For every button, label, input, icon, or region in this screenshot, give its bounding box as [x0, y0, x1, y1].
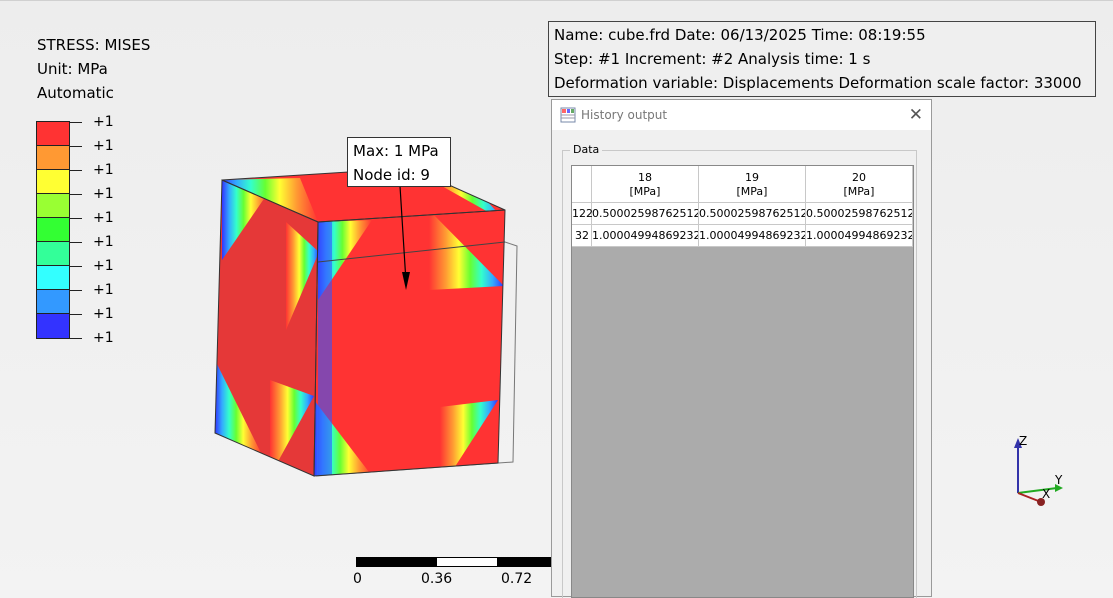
legend-swatch	[37, 314, 69, 338]
legend-swatch	[37, 266, 69, 290]
axis-triad: Z Y X	[1014, 434, 1063, 506]
scale-label-0: 0	[353, 571, 362, 587]
legend-swatch	[37, 122, 69, 146]
table-cell[interactable]: 1.00004994869232	[806, 225, 913, 247]
column-header[interactable]: 20 [MPa]	[806, 166, 913, 203]
row-header[interactable]: 32	[572, 225, 592, 247]
column-header[interactable]: 18 [MPa]	[592, 166, 699, 203]
data-group-label: Data	[570, 143, 603, 156]
history-table[interactable]: 18 [MPa] 19 [MPa] 20 [MPa] 122 0.50002598762512…	[571, 165, 914, 598]
legend-mode: Automatic	[37, 84, 114, 102]
table-cell[interactable]: 1.00004994869232	[592, 225, 699, 247]
scale-label-1: 0.36	[421, 571, 453, 587]
legend-swatch	[37, 218, 69, 242]
callout-max: Max: 1 MPa	[353, 142, 439, 160]
legend-swatch	[37, 290, 69, 314]
table-cell[interactable]: 0.500025987625122	[592, 203, 699, 225]
scale-bar	[356, 557, 553, 567]
max-value-callout: Max: 1 MPa Node id: 9	[347, 137, 451, 187]
axis-y-label: Y	[1054, 473, 1063, 487]
close-icon[interactable]: ✕	[909, 105, 923, 125]
dialog-title: History output	[581, 108, 668, 122]
dialog-titlebar[interactable]: History output ✕	[552, 100, 931, 130]
info-line-deformation: Deformation variable: Displacements Defo…	[554, 74, 1082, 92]
info-line-name: Name: cube.frd Date: 06/13/2025 Time: 08…	[554, 26, 926, 44]
legend-swatch	[37, 146, 69, 170]
row-header[interactable]: 122	[572, 203, 593, 225]
table-icon	[560, 107, 576, 123]
axis-z-label: Z	[1019, 434, 1027, 448]
table-cell[interactable]: 0.500025987625122	[699, 203, 806, 225]
info-line-step: Step: #1 Increment: #2 Analysis time: 1 …	[554, 50, 871, 68]
column-header[interactable]: 19 [MPa]	[699, 166, 806, 203]
legend-swatch	[37, 242, 69, 266]
table-corner	[572, 166, 592, 203]
legend-title: STRESS: MISES	[37, 36, 151, 54]
history-output-dialog[interactable]: History output ✕ Data 18 [MPa] 19 [MPa] 20 [M…	[551, 99, 932, 598]
legend-unit: Unit: MPa	[37, 60, 108, 78]
legend-swatch	[37, 194, 69, 218]
legend-swatch	[37, 170, 69, 194]
callout-node: Node id: 9	[353, 166, 430, 184]
info-panel: Name: cube.frd Date: 06/13/2025 Time: 08…	[548, 21, 1096, 97]
scale-label-2: 0.72	[501, 571, 533, 587]
table-cell[interactable]: 1.00004994869232	[699, 225, 806, 247]
color-legend-bar	[36, 121, 70, 339]
table-cell[interactable]: 0.500025987625122	[806, 203, 913, 225]
axis-x-label: X	[1042, 487, 1050, 501]
